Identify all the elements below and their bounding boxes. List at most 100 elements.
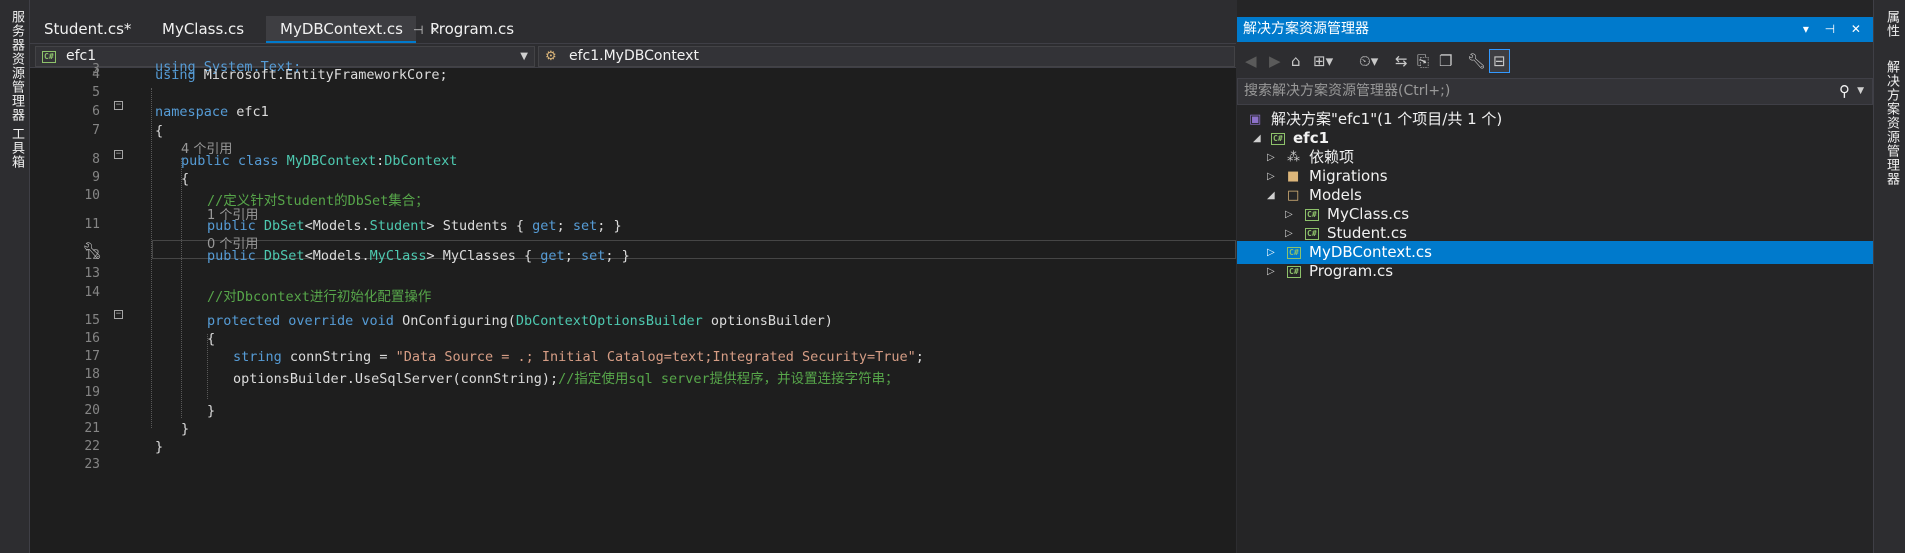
preview-selected-icon[interactable]: ⊟: [1489, 49, 1510, 73]
brace: }: [207, 403, 216, 419]
code-text: Microsoft.EntityFrameworkCore;: [195, 67, 448, 83]
line-number: 18: [84, 367, 100, 382]
code-text: ;: [556, 218, 573, 234]
keyword: protected override void: [207, 313, 394, 329]
search-placeholder: 搜索解决方案资源管理器(Ctrl+;): [1244, 83, 1451, 99]
line-number: 21: [84, 421, 100, 436]
tab-myclass-cs[interactable]: MyClass.cs: [148, 16, 258, 43]
type-name: DbContextOptionsBuilder: [515, 313, 703, 329]
switch-views-icon[interactable]: ⊞▾: [1313, 52, 1333, 70]
collapse-namespace-icon[interactable]: −: [114, 101, 123, 110]
line-number: 17: [84, 349, 100, 364]
tree-item-label: Program.cs: [1309, 262, 1394, 280]
code-text: :: [376, 153, 385, 169]
type-dropdown[interactable]: ⚙ efc1.MyDBContext: [538, 46, 1235, 67]
type-name: DbSet: [255, 248, 305, 264]
line-number: 7: [92, 123, 100, 138]
line-number: 16: [84, 331, 100, 346]
type-name: MyClass: [369, 248, 427, 264]
properties-icon[interactable]: 🔧︎: [1467, 52, 1486, 70]
panel-title: 解决方案资源管理器: [1243, 21, 1369, 37]
code-line: {: [207, 331, 215, 347]
brace: {: [181, 171, 190, 187]
code-line: public DbSet<Models.Student> Students { …: [207, 218, 622, 234]
quick-actions-icon[interactable]: 🔧︎: [82, 241, 102, 260]
class-name: MyDBContext: [278, 153, 377, 169]
search-icon[interactable]: ⚲: [1839, 79, 1850, 104]
line-number: 11: [84, 217, 100, 232]
server-explorer-tab[interactable]: 服务器资源管理器: [7, 10, 26, 122]
code-line: optionsBuilder.UseSqlServer(connString);…: [233, 367, 899, 387]
tree-item-program-cs[interactable]: ▷ C# Program.cs: [1237, 260, 1873, 283]
panel-window-buttons[interactable]: ▾ ⊣ ✕: [1803, 17, 1867, 42]
right-tool-strip: 属性 解决方案资源管理器: [1873, 0, 1905, 553]
chevron-down-icon: ▼: [520, 51, 528, 62]
brace: {: [155, 123, 164, 139]
collapse-method-icon[interactable]: −: [114, 310, 123, 319]
line-number: 4: [92, 67, 100, 82]
code-text: > MyClasses {: [426, 248, 541, 264]
solution-explorer-tab[interactable]: 解决方案资源管理器: [1882, 60, 1901, 186]
base-type: DbContext: [384, 153, 458, 169]
sync-icon[interactable]: ⇆: [1395, 52, 1408, 70]
code-text: optionsBuilder): [702, 313, 833, 329]
code-text: <Models.: [304, 248, 370, 264]
back-icon[interactable]: ◀: [1245, 52, 1257, 70]
line-number: 9: [92, 170, 100, 185]
code-text: connString =: [281, 349, 396, 365]
forward-icon[interactable]: ▶: [1269, 52, 1281, 70]
code-line: public class MyDBContext:DbContext: [181, 153, 457, 169]
refresh-icon[interactable]: ⎘: [1417, 52, 1429, 70]
document-tab-bar: Student.cs* MyClass.cs MyDBContext.cs ⊣ × …: [30, 0, 1236, 43]
code-editor: Student.cs* MyClass.cs MyDBContext.cs ⊣ × …: [30, 0, 1236, 553]
csharp-file-icon: C#: [1305, 209, 1319, 221]
collapse-class-icon[interactable]: −: [114, 150, 123, 159]
brace: {: [207, 331, 216, 347]
type-name: efc1.MyDBContext: [569, 48, 699, 64]
collapse-all-icon[interactable]: ❐: [1439, 52, 1452, 70]
tab-label: Program.cs: [430, 20, 515, 38]
method-name: OnConfiguring(: [393, 313, 516, 329]
code-line: using Microsoft.EntityFrameworkCore;: [155, 67, 448, 83]
type-name: Student: [369, 218, 427, 234]
keyword: set: [572, 218, 598, 234]
csharp-project-icon: C#: [1271, 133, 1285, 145]
line-number: 10: [84, 188, 100, 203]
keyword: public: [207, 248, 256, 264]
code-text: ;: [915, 349, 924, 365]
code-text: ; }: [597, 218, 622, 234]
pending-changes-icon[interactable]: ⏲▾: [1359, 52, 1378, 70]
line-number: 13: [84, 266, 100, 281]
solution-search-input[interactable]: 搜索解决方案资源管理器(Ctrl+;) ⚲ ▼: [1237, 78, 1873, 105]
line-number-gutter: 3 4 5 6 7 8 9 10 11 12 13 14 15 16 17 18…: [30, 62, 135, 553]
toolbox-tab[interactable]: 工具箱: [7, 127, 26, 169]
line-number: 20: [84, 403, 100, 418]
tab-program-cs[interactable]: Program.cs: [416, 16, 528, 43]
left-tool-strip: 服务器资源管理器 工具箱: [0, 0, 30, 553]
code-text: ;: [564, 248, 581, 264]
tab-label: Student.cs*: [44, 20, 132, 38]
code-text-area[interactable]: using System.Text; using Microsoft.Entit…: [135, 59, 1236, 553]
line-number: 5: [92, 85, 100, 100]
code-text: <Models.: [304, 218, 370, 234]
properties-tab[interactable]: 属性: [1882, 10, 1901, 38]
brace: }: [181, 421, 190, 437]
line-number: 22: [84, 439, 100, 454]
chevron-down-icon[interactable]: ▼: [1857, 79, 1864, 104]
collapsed-arrow-icon[interactable]: ▷: [1267, 260, 1275, 283]
line-number: 14: [84, 285, 100, 300]
code-line: }: [181, 421, 189, 437]
keyword: using: [155, 67, 196, 83]
code-line: public DbSet<Models.MyClass> MyClasses {…: [207, 248, 630, 264]
comment: //对Dbcontext进行初始化配置操作: [207, 289, 432, 305]
tab-label: MyClass.cs: [162, 20, 245, 38]
tab-label: MyDBContext.cs: [280, 20, 403, 38]
string-literal: "Data Source = .; Initial Catalog=text;I…: [395, 349, 916, 365]
line-number: 19: [84, 385, 100, 400]
code-line: }: [207, 403, 215, 419]
home-icon[interactable]: ⌂: [1291, 52, 1301, 70]
solution-tree: ▣ 解决方案"efc1"(1 个项目/共 1 个) ◢ C# efc1 ▷ ⁂ …: [1237, 108, 1873, 553]
code-line: {: [181, 171, 189, 187]
tab-student-cs[interactable]: Student.cs*: [30, 16, 145, 43]
tab-mydbcontext-cs[interactable]: MyDBContext.cs ⊣ ×: [266, 16, 440, 43]
